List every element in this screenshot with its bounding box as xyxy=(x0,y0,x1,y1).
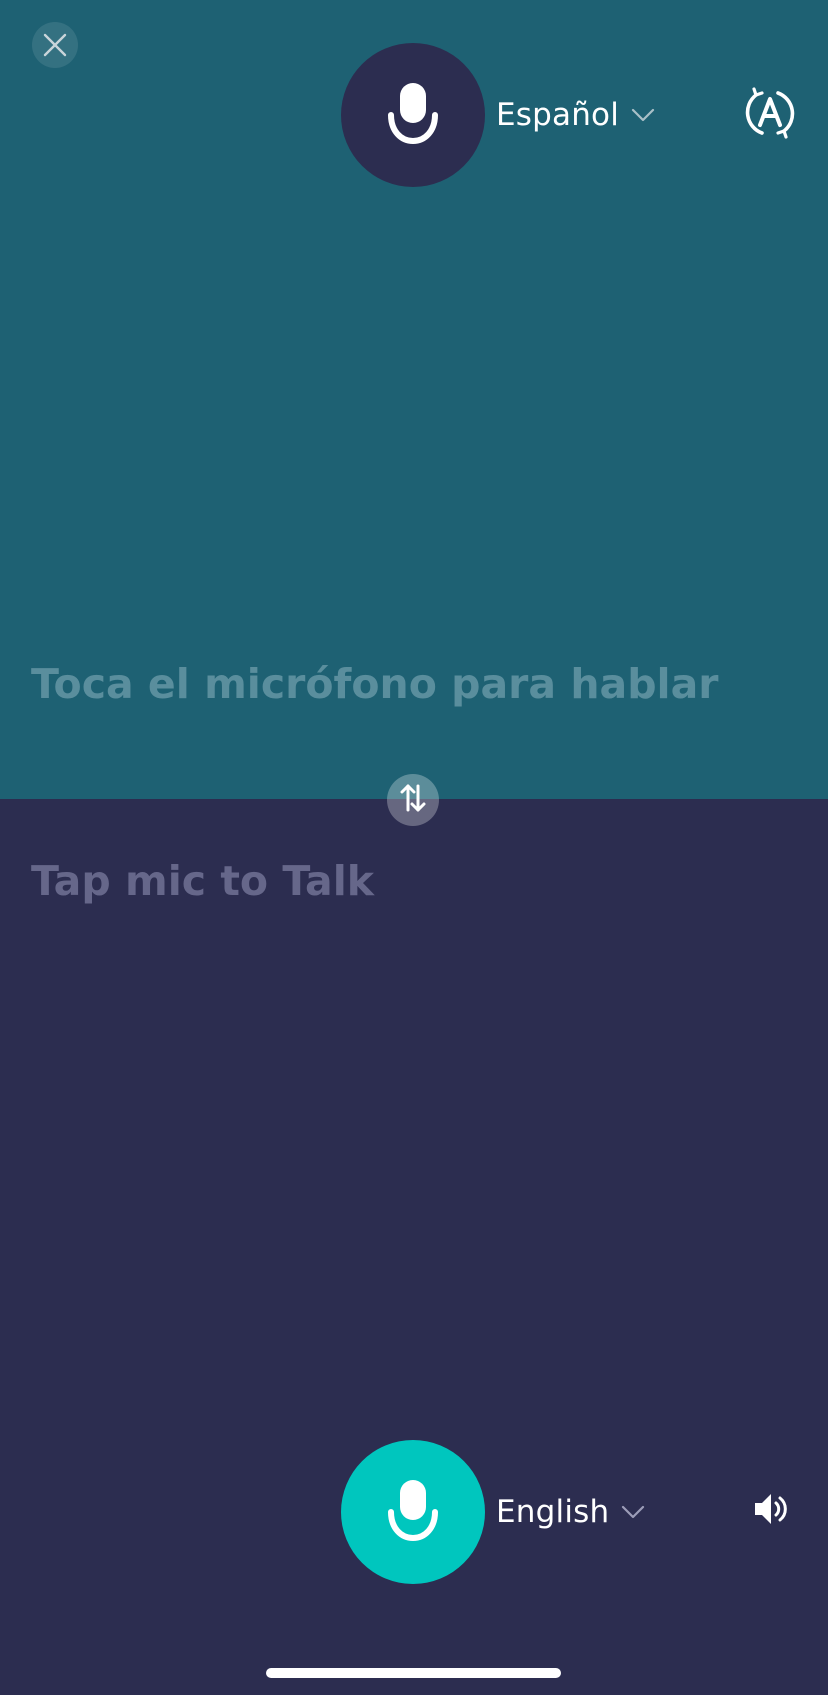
microphone-icon xyxy=(385,1478,441,1546)
target-prompt: Tap mic to Talk xyxy=(31,857,375,905)
english-mic-button[interactable] xyxy=(341,1440,485,1584)
source-prompt: Toca el micrófono para hablar xyxy=(31,660,719,708)
swap-languages-button[interactable] xyxy=(387,774,439,826)
auto-translate-button[interactable] xyxy=(742,87,798,143)
microphone-icon xyxy=(385,81,441,149)
auto-translate-icon xyxy=(744,87,796,143)
close-icon xyxy=(42,32,68,58)
top-panel: Español Toca el micrófono para hablar xyxy=(0,0,828,799)
target-language-select[interactable]: English xyxy=(496,1487,645,1537)
chevron-down-icon xyxy=(621,1505,645,1519)
source-language-label: Español xyxy=(496,97,620,133)
source-language-select[interactable]: Español xyxy=(496,90,655,140)
target-language-label: English xyxy=(496,1494,610,1530)
close-button[interactable] xyxy=(32,22,78,68)
swap-languages-icon xyxy=(398,782,428,818)
spanish-mic-button[interactable] xyxy=(341,43,485,187)
conversation-screen: Español Toca el micrófono para hablar Ta… xyxy=(0,0,828,1695)
home-indicator[interactable] xyxy=(266,1668,561,1678)
chevron-down-icon xyxy=(631,108,655,122)
speaker-icon xyxy=(751,1489,791,1533)
speaker-button[interactable] xyxy=(748,1488,794,1534)
